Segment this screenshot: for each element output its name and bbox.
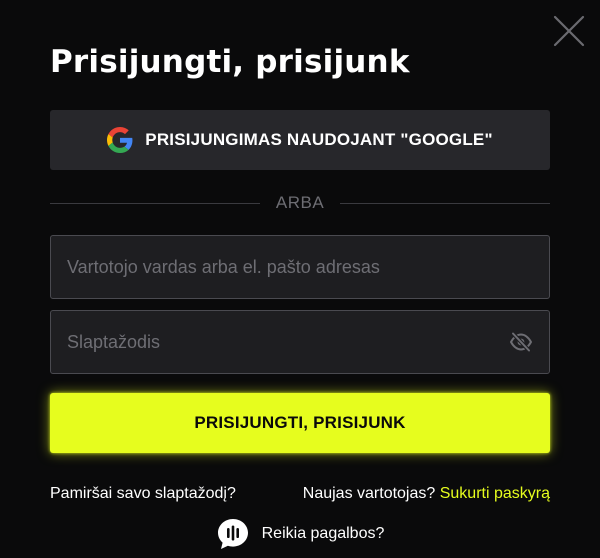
login-modal: Prisijungti, prisijunk PRISIJUNGIMAS NAU… (0, 0, 600, 558)
close-icon (553, 15, 585, 47)
close-button[interactable] (552, 14, 586, 48)
or-divider: ARBA (50, 192, 551, 214)
password-input[interactable] (51, 311, 509, 373)
chat-bubble-icon (217, 519, 248, 549)
google-login-button[interactable]: PRISIJUNGIMAS NAUDOJANT "GOOGLE" (50, 110, 550, 170)
eye-slash-icon (510, 331, 532, 353)
help-label: Reikia pagalbos? (261, 525, 385, 542)
forgot-password-link[interactable]: Pamiršai savo slaptažodį? (50, 485, 236, 503)
username-field (50, 235, 550, 299)
password-field (50, 310, 550, 374)
new-user-text: Naujas vartotojas? (302, 485, 436, 502)
login-submit-label: PRISIJUNGTI, PRISIJUNK (194, 413, 406, 432)
google-login-label: PRISIJUNGIMAS NAUDOJANT "GOOGLE" (145, 130, 493, 149)
help-button[interactable]: Reikia pagalbos? (0, 517, 600, 551)
divider-text: ARBA (275, 193, 325, 212)
google-icon (107, 127, 133, 153)
new-user-group: Naujas vartotojas? Sukurti paskyrą (303, 485, 550, 503)
divider-line-right (340, 202, 551, 204)
page-title: Prisijungti, prisijunk (50, 44, 410, 80)
login-submit-button[interactable]: PRISIJUNGTI, PRISIJUNK (50, 393, 550, 453)
username-input[interactable] (51, 236, 549, 298)
account-links: Pamiršai savo slaptažodį? Naujas vartoto… (50, 485, 550, 503)
password-visibility-toggle[interactable] (509, 330, 533, 354)
create-account-link[interactable]: Sukurti paskyrą (440, 485, 550, 502)
divider-line-left (50, 202, 260, 204)
